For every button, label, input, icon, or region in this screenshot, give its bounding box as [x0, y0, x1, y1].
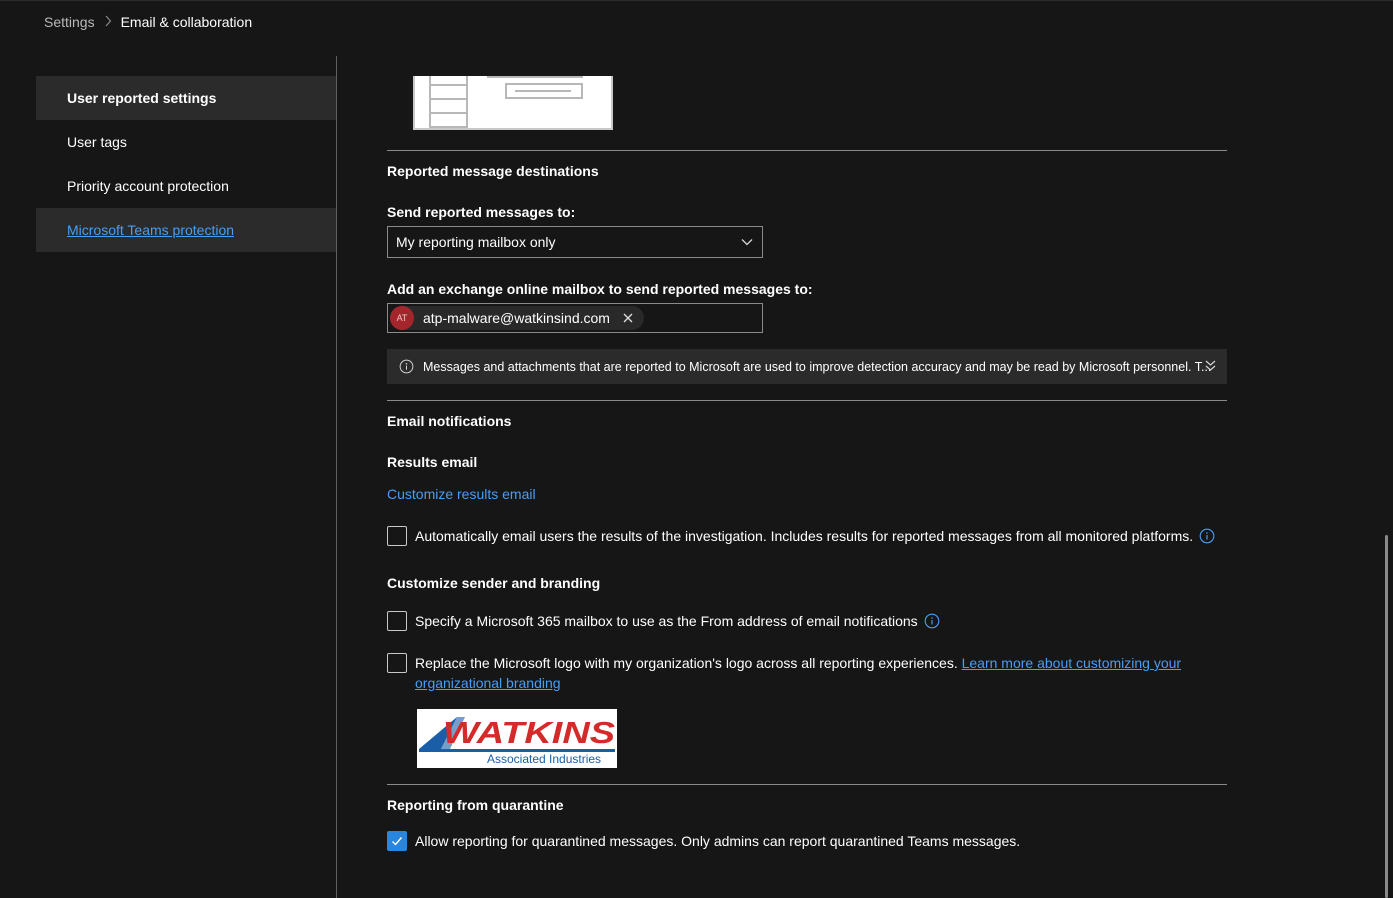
info-message-bar: Messages and attachments that are report… [387, 349, 1227, 384]
specify-mailbox-label: Specify a Microsoft 365 mailbox to use a… [415, 613, 918, 629]
avatar: AT [390, 306, 414, 330]
allow-quarantine-row: Allow reporting for quarantined messages… [387, 831, 1020, 851]
specify-mailbox-row: Specify a Microsoft 365 mailbox to use a… [387, 611, 940, 631]
expand-chevron-icon[interactable] [1204, 359, 1217, 372]
replace-logo-checkbox[interactable] [387, 653, 407, 673]
info-icon [399, 359, 414, 374]
report-button-preview-image [413, 76, 613, 130]
mailbox-chip-text: atp-malware@watkinsind.com [423, 310, 610, 326]
logo-subtitle: Associated Industries [487, 752, 601, 766]
sidebar-item-teams-protection[interactable]: Microsoft Teams protection [36, 208, 336, 252]
replace-logo-label: Replace the Microsoft logo with my organ… [415, 655, 958, 671]
info-message-text: Messages and attachments that are report… [423, 359, 1212, 374]
breadcrumb-email-collaboration: Email & collaboration [120, 14, 253, 30]
section-divider [387, 400, 1227, 401]
chevron-right-icon [104, 15, 112, 30]
sidebar-item-user-tags[interactable]: User tags [36, 120, 336, 164]
email-notifications-title: Email notifications [387, 413, 512, 429]
customize-results-email-link[interactable]: Customize results email [387, 486, 536, 502]
auto-email-label: Automatically email users the results of… [415, 528, 1194, 544]
branding-title: Customize sender and branding [387, 575, 601, 591]
settings-sidebar: User reported settings User tags Priorit… [36, 76, 336, 252]
specify-mailbox-checkbox[interactable] [387, 611, 407, 631]
quarantine-title: Reporting from quarantine [387, 797, 564, 813]
chevron-down-icon [741, 239, 753, 246]
info-icon[interactable] [924, 613, 940, 629]
auto-email-row: Automatically email users the results of… [387, 526, 1215, 546]
send-to-label: Send reported messages to: [387, 204, 576, 220]
send-to-dropdown[interactable]: My reporting mailbox only [387, 226, 763, 258]
mailbox-label: Add an exchange online mailbox to send r… [387, 281, 813, 297]
allow-quarantine-checkbox[interactable] [387, 831, 407, 851]
organization-logo: WATKINS Associated Industries [417, 709, 617, 768]
logo-name: WATKINS [443, 715, 615, 750]
sidebar-divider [336, 56, 337, 898]
breadcrumb: Settings Email & collaboration [44, 13, 252, 31]
send-to-value: My reporting mailbox only [396, 234, 556, 250]
section-divider [387, 784, 1227, 785]
section-divider [387, 150, 1227, 151]
checkmark-icon [392, 837, 403, 846]
allow-quarantine-label: Allow reporting for quarantined messages… [415, 833, 1021, 849]
close-icon[interactable] [622, 312, 634, 324]
results-email-label: Results email [387, 454, 478, 470]
destinations-title: Reported message destinations [387, 163, 599, 179]
replace-logo-row: Replace the Microsoft logo with my organ… [387, 653, 1187, 693]
sidebar-item-user-reported-settings[interactable]: User reported settings [36, 76, 336, 120]
scrollbar-thumb[interactable] [1385, 535, 1388, 898]
breadcrumb-settings[interactable]: Settings [44, 14, 95, 30]
mailbox-picker[interactable]: AT atp-malware@watkinsind.com [387, 303, 763, 333]
info-icon[interactable] [1199, 528, 1215, 544]
auto-email-checkbox[interactable] [387, 526, 407, 546]
sidebar-item-priority-account-protection[interactable]: Priority account protection [36, 164, 336, 208]
top-border [0, 0, 1393, 1]
mailbox-chip: AT atp-malware@watkinsind.com [390, 306, 644, 330]
